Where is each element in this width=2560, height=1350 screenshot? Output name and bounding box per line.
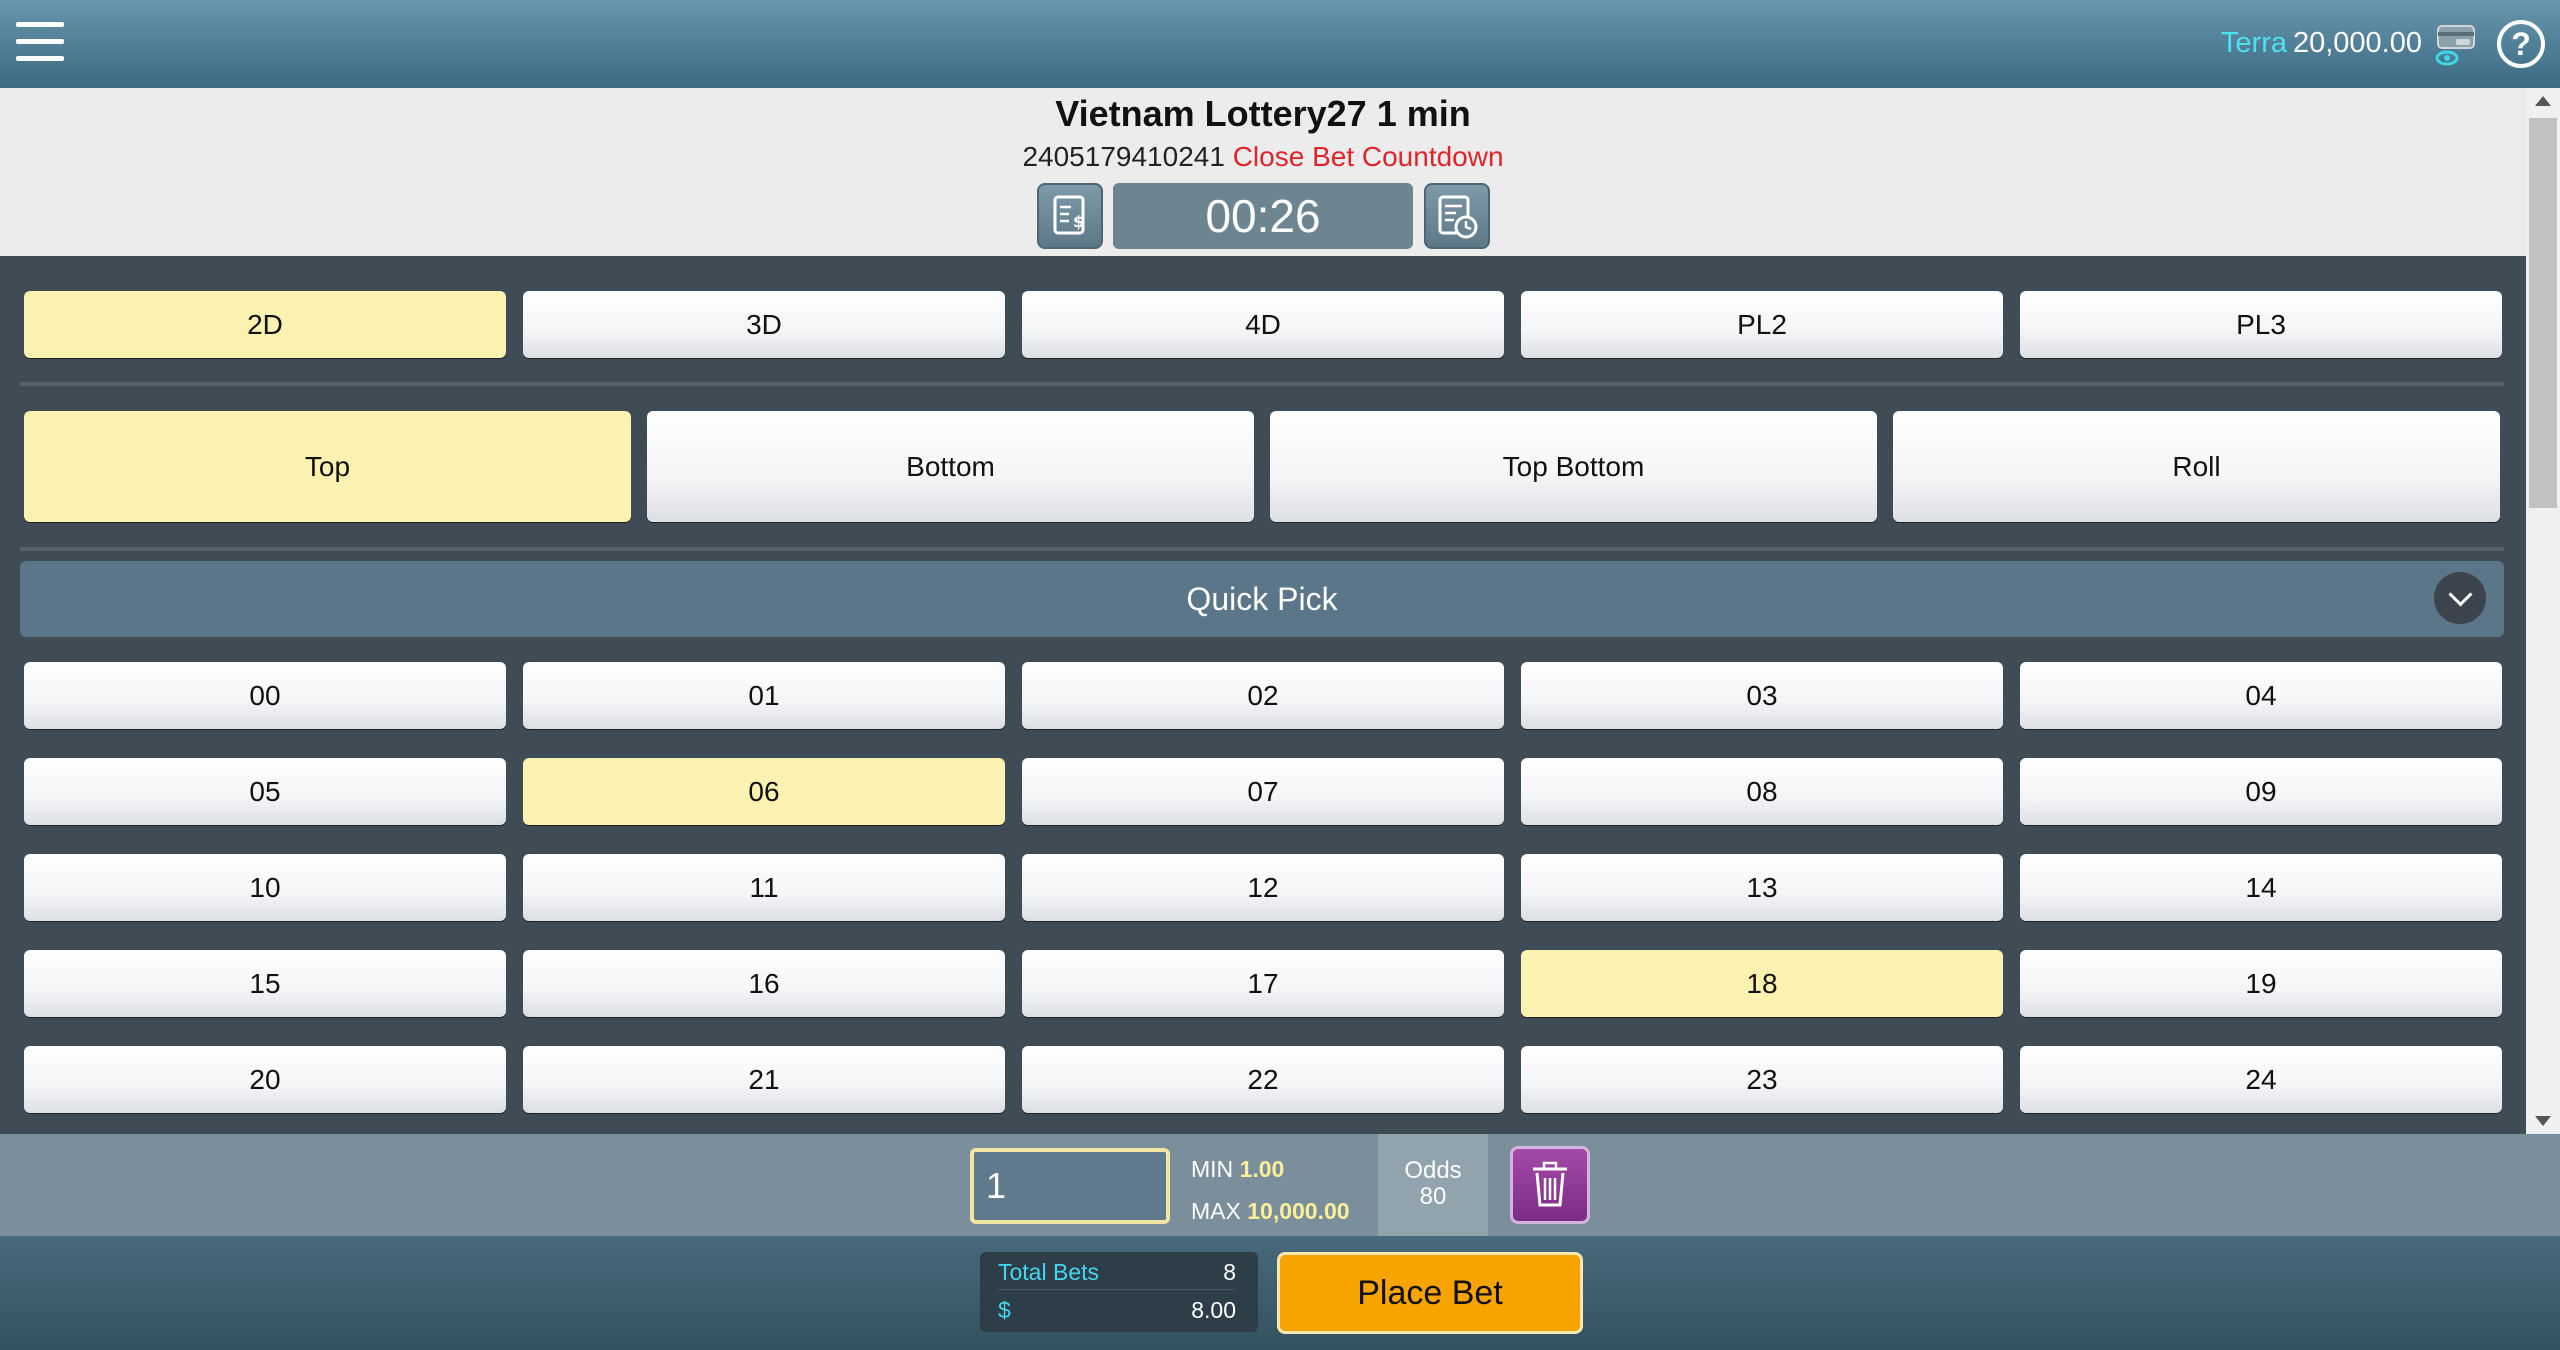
scroll-thumb[interactable] bbox=[2529, 118, 2557, 508]
page-scrollbar[interactable] bbox=[2526, 88, 2560, 1134]
number-button-06[interactable]: 06 bbox=[523, 758, 1005, 825]
number-button-04[interactable]: 04 bbox=[2020, 662, 2502, 729]
trash-icon[interactable] bbox=[1510, 1146, 1590, 1224]
number-button-18[interactable]: 18 bbox=[1521, 950, 2003, 1017]
round-info: 2405179410241 Close Bet Countdown bbox=[0, 141, 2526, 173]
tab-top-bottom[interactable]: Top Bottom bbox=[1270, 411, 1877, 522]
svg-text:$: $ bbox=[1073, 212, 1084, 231]
top-bar: Terra 20,000.00 ? bbox=[0, 0, 2560, 88]
odds-label: Odds bbox=[1404, 1157, 1462, 1184]
max-label: MAX bbox=[1191, 1198, 1241, 1224]
countdown-label: Close Bet Countdown bbox=[1232, 141, 1504, 172]
number-button-03[interactable]: 03 bbox=[1521, 662, 2003, 729]
number-button-05[interactable]: 05 bbox=[24, 758, 506, 825]
number-button-19[interactable]: 19 bbox=[2020, 950, 2502, 1017]
wallet-visibility-icon[interactable] bbox=[2434, 22, 2478, 68]
tab-pl3[interactable]: PL3 bbox=[2020, 291, 2502, 358]
number-button-07[interactable]: 07 bbox=[1022, 758, 1504, 825]
tab-pl2[interactable]: PL2 bbox=[1521, 291, 2003, 358]
round-id: 2405179410241 bbox=[1022, 141, 1225, 172]
total-bets-value: 8 bbox=[1223, 1259, 1236, 1285]
balance-value: 20,000.00 bbox=[2292, 27, 2422, 59]
tab-bottom[interactable]: Bottom bbox=[647, 411, 1254, 522]
odds-value: 80 bbox=[1419, 1183, 1447, 1210]
bet-amount-bar: MIN 1.00 MAX 10,000.00 Odds 80 bbox=[0, 1134, 2560, 1236]
scroll-down-arrow-icon[interactable] bbox=[2535, 1116, 2551, 1126]
user-balance: Terra 20,000.00 bbox=[2221, 27, 2422, 60]
total-amount: 8.00 bbox=[1191, 1297, 1236, 1323]
tab-top[interactable]: Top bbox=[24, 411, 631, 522]
page-title: Vietnam Lottery27 1 min bbox=[1055, 93, 1471, 134]
place-bet-button[interactable]: Place Bet bbox=[1277, 1252, 1583, 1334]
scroll-up-arrow-icon[interactable] bbox=[2535, 96, 2551, 106]
bet-limits: MIN 1.00 MAX 10,000.00 bbox=[1191, 1148, 1350, 1232]
bet-statement-icon[interactable]: $ bbox=[1037, 183, 1103, 249]
divider bbox=[20, 382, 2504, 386]
bet-totals: Total Bets 8 $ 8.00 bbox=[980, 1252, 1258, 1332]
odds-box: Odds 80 bbox=[1378, 1134, 1488, 1236]
number-button-11[interactable]: 11 bbox=[523, 854, 1005, 921]
quick-pick-label: Quick Pick bbox=[1186, 581, 1338, 617]
number-button-15[interactable]: 15 bbox=[24, 950, 506, 1017]
bet-amount-input[interactable] bbox=[970, 1148, 1170, 1224]
countdown-timer: 00:26 bbox=[1113, 183, 1413, 249]
number-button-10[interactable]: 10 bbox=[24, 854, 506, 921]
number-button-08[interactable]: 08 bbox=[1521, 758, 2003, 825]
number-button-21[interactable]: 21 bbox=[523, 1046, 1005, 1113]
number-button-14[interactable]: 14 bbox=[2020, 854, 2502, 921]
tab-3d[interactable]: 3D bbox=[523, 291, 1005, 358]
game-header: Vietnam Lottery27 1 min 2405179410241 Cl… bbox=[0, 88, 2526, 256]
footer-bar: Total Bets 8 $ 8.00 Place Bet bbox=[0, 1236, 2560, 1350]
number-button-09[interactable]: 09 bbox=[2020, 758, 2502, 825]
number-button-24[interactable]: 24 bbox=[2020, 1046, 2502, 1113]
username: Terra bbox=[2220, 27, 2287, 59]
min-label: MIN bbox=[1191, 1156, 1234, 1182]
betting-panel: 2D 3D 4D PL2 PL3 Top Bottom Top Bottom Roll Qui… bbox=[0, 256, 2526, 1134]
divider bbox=[20, 547, 2504, 551]
tab-2d[interactable]: 2D bbox=[24, 291, 506, 358]
number-button-22[interactable]: 22 bbox=[1022, 1046, 1504, 1113]
max-value: 10,000.00 bbox=[1247, 1198, 1350, 1224]
tab-roll[interactable]: Roll bbox=[1893, 411, 2500, 522]
hamburger-menu-icon[interactable] bbox=[16, 22, 64, 66]
total-bets-label: Total Bets bbox=[998, 1259, 1099, 1285]
number-button-02[interactable]: 02 bbox=[1022, 662, 1504, 729]
number-button-12[interactable]: 12 bbox=[1022, 854, 1504, 921]
chevron-down-icon[interactable] bbox=[2434, 572, 2486, 624]
min-value: 1.00 bbox=[1239, 1156, 1285, 1182]
number-button-01[interactable]: 01 bbox=[523, 662, 1005, 729]
bet-history-icon[interactable] bbox=[1424, 183, 1490, 249]
help-icon[interactable]: ? bbox=[2497, 20, 2545, 68]
quick-pick-bar[interactable]: Quick Pick bbox=[20, 561, 2504, 637]
currency-label: $ bbox=[998, 1297, 1011, 1323]
number-button-23[interactable]: 23 bbox=[1521, 1046, 2003, 1113]
number-button-13[interactable]: 13 bbox=[1521, 854, 2003, 921]
number-button-16[interactable]: 16 bbox=[523, 950, 1005, 1017]
number-button-20[interactable]: 20 bbox=[24, 1046, 506, 1113]
tab-4d[interactable]: 4D bbox=[1022, 291, 1504, 358]
number-button-00[interactable]: 00 bbox=[24, 662, 506, 729]
number-button-17[interactable]: 17 bbox=[1022, 950, 1504, 1017]
